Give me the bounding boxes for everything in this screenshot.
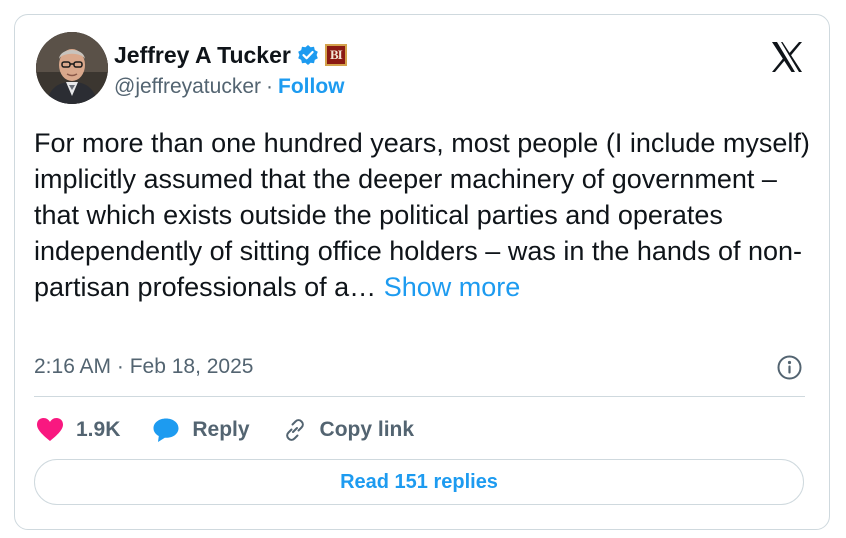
author-name-row: Jeffrey A Tucker BI [114, 41, 347, 69]
reply-bubble-icon [153, 418, 179, 442]
like-button[interactable]: 1.9K [36, 417, 120, 443]
author-name[interactable]: Jeffrey A Tucker [114, 42, 291, 69]
divider [34, 396, 805, 397]
handle-row: @jeffreyatucker · Follow [114, 75, 345, 99]
reply-button[interactable]: Reply [152, 417, 250, 443]
read-replies-label: Read 151 replies [340, 470, 498, 493]
follow-button[interactable]: Follow [278, 75, 345, 99]
separator-dot: · [266, 75, 273, 98]
link-icon [285, 419, 304, 441]
tweet-timestamp[interactable]: 2:16 AM · Feb 18, 2025 [34, 355, 253, 379]
copy-link-label: Copy link [319, 418, 415, 441]
like-count: 1.9K [76, 418, 121, 441]
show-more-link[interactable]: Show more [384, 272, 521, 302]
author-handle[interactable]: @jeffreyatucker [114, 75, 261, 99]
tweet-text: For more than one hundred years, most pe… [34, 125, 819, 305]
avatar[interactable] [36, 32, 108, 104]
tweet-card: Jeffrey A Tucker BI @jeffreyatucker · Fo… [14, 14, 830, 530]
copy-link-button[interactable]: Copy link [282, 417, 415, 443]
read-replies-button[interactable]: Read 151 replies [34, 459, 804, 505]
heart-icon [37, 418, 63, 441]
reply-label: Reply [192, 418, 250, 441]
verified-badge-icon [297, 44, 319, 66]
affiliation-badge[interactable]: BI [324, 44, 347, 66]
action-bar: 1.9K Reply Copy link [36, 413, 446, 447]
x-logo-icon[interactable] [769, 39, 805, 75]
info-icon[interactable] [776, 354, 803, 381]
